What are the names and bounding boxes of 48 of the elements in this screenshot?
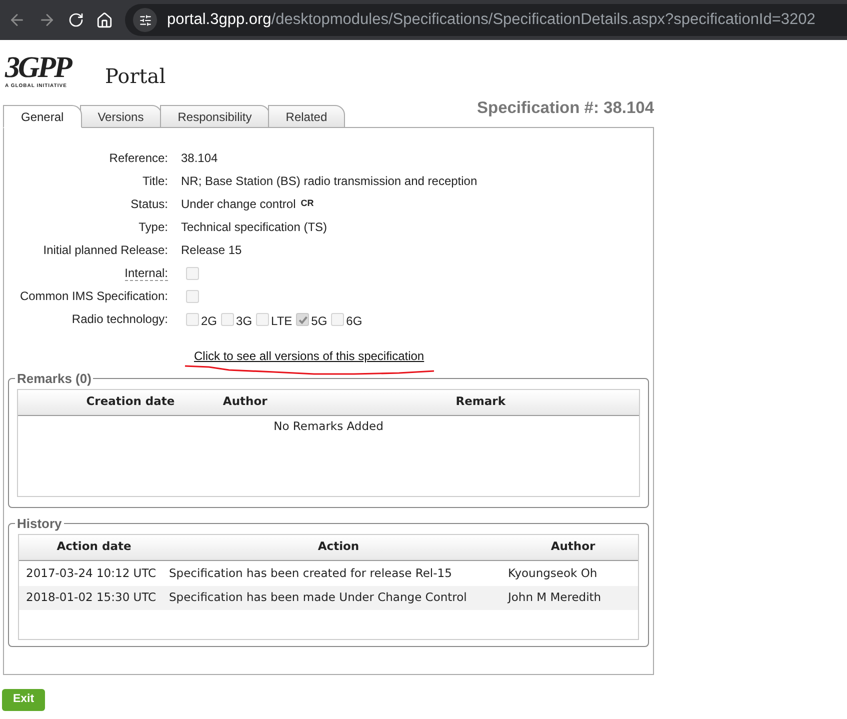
- field-label: Reference:: [109, 150, 168, 164]
- field-label: Initial planned Release:: [43, 242, 168, 256]
- table-cell: Specification has been made Under Change Control: [169, 590, 467, 604]
- table-cell: 2018-01-02 15:30 UTC: [26, 590, 156, 604]
- address-bar[interactable]: portal.3gpp.org/desktopmodules/Specifications/SpecificationDetails.aspx?specificationId=3202: [125, 4, 847, 36]
- table-cell: John M Meredith: [508, 590, 602, 604]
- column-header: Action date: [56, 538, 132, 556]
- field-label: Radio technology:: [72, 312, 168, 326]
- section-title: Remarks (0): [16, 370, 92, 388]
- field-label: Title:: [142, 174, 168, 188]
- tab[interactable]: Responsibility: [160, 105, 270, 128]
- tab[interactable]: Versions: [80, 105, 162, 128]
- field-value: Technical specification (TS): [181, 218, 328, 236]
- column-header: Author: [222, 393, 268, 410]
- versions-link[interactable]: Click to see all versions of this specification: [194, 349, 424, 363]
- portal-logo: Portal: [105, 64, 166, 88]
- empty-message: No Remarks Added: [274, 418, 384, 432]
- tab[interactable]: General: [3, 105, 82, 128]
- table-cell: Specification has been created for release Rel-15: [169, 566, 452, 580]
- reload-icon[interactable]: [68, 12, 84, 28]
- url-text: portal.3gpp.org/desktopmodules/Specifications/SpecificationDetails.aspx?specificationId=3202: [167, 10, 816, 30]
- specification-number: Specification #: 38.104: [477, 98, 654, 120]
- field-value: 38.104: [181, 150, 218, 166]
- field-value: Release 15: [181, 242, 242, 258]
- option-label: 2G: [201, 313, 218, 330]
- column-header: Remark: [454, 393, 506, 410]
- table-cell: Kyoungseok Oh: [508, 566, 598, 580]
- field-value: Under change control: [181, 196, 296, 212]
- option-label: 6G: [346, 313, 362, 330]
- tab[interactable]: Related: [268, 105, 346, 128]
- option-label: 3G: [236, 313, 252, 330]
- home-icon[interactable]: [96, 12, 113, 28]
- field-label: Internal:: [124, 266, 168, 280]
- site-settings-icon[interactable]: [138, 14, 152, 26]
- section-title: History: [16, 515, 63, 533]
- forward-icon[interactable]: [38, 11, 56, 29]
- column-header: Creation date: [85, 393, 176, 410]
- back-icon[interactable]: [8, 11, 26, 29]
- field-label: Type:: [138, 220, 168, 234]
- option-label: LTE: [271, 313, 292, 330]
- status-code: CR: [300, 196, 314, 210]
- option-label: 5G: [311, 313, 328, 330]
- table-cell: 2017-03-24 10:12 UTC: [26, 566, 156, 580]
- field-label: Common IMS Specification:: [20, 288, 168, 302]
- field-value: NR; Base Station (BS) radio transmission and reception: [181, 172, 478, 190]
- column-header: Action: [316, 538, 360, 556]
- field-label: Status:: [130, 196, 168, 210]
- column-header: Author: [550, 538, 596, 556]
